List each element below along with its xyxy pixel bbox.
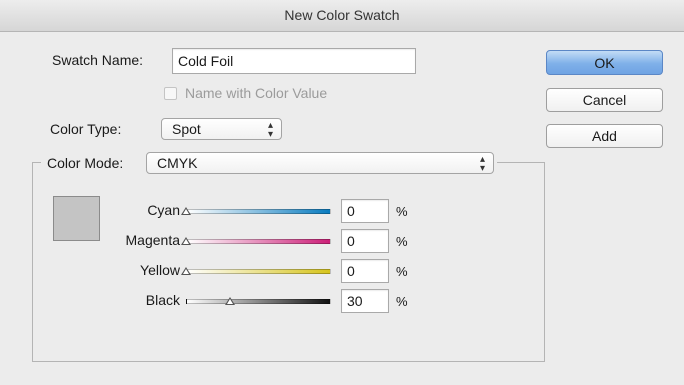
cyan-percent-unit: %: [396, 204, 408, 219]
ok-button[interactable]: OK: [546, 50, 663, 75]
black-label: Black: [145, 292, 180, 308]
title-bar: New Color Swatch: [0, 0, 684, 32]
color-type-value: Spot: [172, 121, 201, 137]
black-slider-track[interactable]: [186, 299, 331, 304]
black-slider-thumb[interactable]: [224, 297, 235, 305]
magenta-percent-unit: %: [396, 234, 408, 249]
cyan-slider-thumb[interactable]: [181, 207, 191, 215]
yellow-slider-thumb[interactable]: [181, 267, 191, 275]
name-with-color-value-checkbox[interactable]: [164, 87, 177, 100]
swatch-name-label: Swatch Name:: [52, 52, 144, 68]
color-mode-select[interactable]: CMYK ▴ ▾: [146, 152, 494, 174]
color-type-label: Color Type:: [50, 121, 122, 137]
add-button[interactable]: Add: [546, 124, 663, 148]
color-mode-label: Color Mode:: [47, 155, 124, 171]
popup-arrows-icon: ▴ ▾: [479, 154, 485, 174]
magenta-slider-track[interactable]: [186, 239, 331, 244]
black-percent-unit: %: [396, 294, 408, 309]
name-with-color-value-label: Name with Color Value: [185, 85, 328, 101]
cyan-value-input[interactable]: [341, 199, 389, 223]
yellow-value-input[interactable]: [341, 259, 389, 283]
cyan-label: Cyan: [147, 202, 180, 218]
color-mode-value: CMYK: [157, 155, 198, 171]
magenta-value-input[interactable]: [341, 229, 389, 253]
color-type-select[interactable]: Spot ▴ ▾: [161, 118, 282, 140]
swatch-name-input[interactable]: [172, 48, 416, 74]
cyan-slider-track[interactable]: [186, 209, 331, 214]
black-value-input[interactable]: [341, 289, 389, 313]
magenta-label: Magenta: [125, 232, 180, 248]
yellow-percent-unit: %: [396, 264, 408, 279]
cancel-button[interactable]: Cancel: [546, 88, 663, 112]
magenta-slider-thumb[interactable]: [181, 237, 191, 245]
yellow-label: Yellow: [140, 262, 180, 278]
window-title: New Color Swatch: [284, 7, 400, 23]
popup-arrows-icon: ▴ ▾: [267, 120, 273, 140]
yellow-slider-track[interactable]: [186, 269, 331, 274]
